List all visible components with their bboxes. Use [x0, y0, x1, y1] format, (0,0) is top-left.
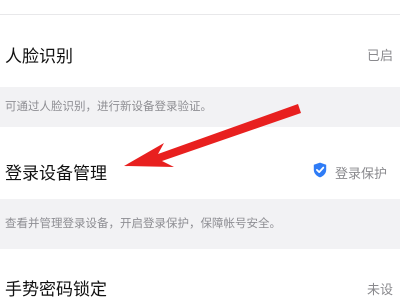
shield-check-icon — [313, 162, 327, 178]
face-recognition-hint-block: 可通过人脸识别，进行新设备登录验证。 — [0, 87, 400, 127]
face-recognition-status: 已启 — [367, 49, 394, 64]
previous-row-edge — [0, 0, 400, 15]
gesture-lock-row[interactable]: 手势密码锁定 未设 — [0, 249, 400, 300]
device-management-row[interactable]: 登录设备管理 登录保护 — [0, 127, 400, 199]
face-recognition-title: 人脸识别 — [5, 47, 73, 67]
device-management-status: 登录保护 — [335, 167, 388, 182]
device-management-hint: 查看并管理登录设备，开启登录保护，保障帐号安全。 — [5, 216, 281, 230]
device-management-title: 登录设备管理 — [5, 164, 107, 184]
face-recognition-hint: 可通过人脸识别，进行新设备登录验证。 — [5, 99, 212, 113]
device-management-hint-block: 查看并管理登录设备，开启登录保护，保障帐号安全。 — [0, 199, 400, 249]
face-recognition-row[interactable]: 人脸识别 已启 — [0, 15, 400, 87]
security-settings-list: 人脸识别 已启 可通过人脸识别，进行新设备登录验证。 登录设备管理 登录保护 查… — [0, 0, 400, 300]
gesture-lock-status: 未设 — [367, 283, 394, 298]
gesture-lock-title: 手势密码锁定 — [5, 280, 107, 300]
